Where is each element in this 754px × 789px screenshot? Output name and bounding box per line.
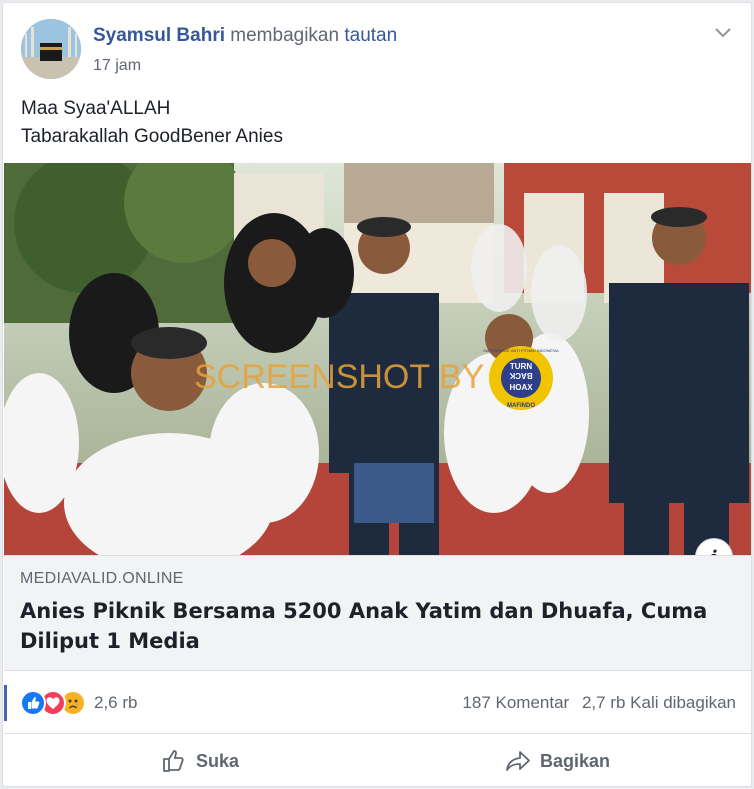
link-preview-image[interactable]: SCREENSHOT BY TURN BACK HOAX MASYARAKAT … xyxy=(4,163,751,555)
share-count[interactable]: 2,7 rb Kali dibagikan xyxy=(582,693,736,712)
thumbs-up-icon xyxy=(163,750,184,772)
post-header: Syamsul Bahri membagikan tautan 17 jam xyxy=(21,19,735,83)
badge-ring-text: MASYARAKAT ANTI FITNAH INDONESIA xyxy=(483,348,559,353)
watermark-text: SCREENSHOT BY xyxy=(194,358,484,396)
badge-bottom-text: MAFINDO xyxy=(507,403,535,409)
share-arrow-icon xyxy=(506,751,530,771)
author-avatar[interactable] xyxy=(21,19,81,79)
link-domain: MEDIAVALID.ONLINE xyxy=(20,570,184,587)
post-actions: Suka Bagikan xyxy=(4,733,751,786)
shared-link-word[interactable]: tautan xyxy=(344,25,397,46)
post-message: Maa Syaa'ALLAH Tabarakallah GoodBener An… xyxy=(21,95,283,151)
post-stats: 2,6 rb 187 Komentar 2,7 rb Kali dibagika… xyxy=(4,685,751,721)
share-button[interactable]: Bagikan xyxy=(504,746,610,776)
reaction-count[interactable]: 2,6 rb xyxy=(94,693,137,713)
share-action-text: membagikan xyxy=(230,25,340,46)
comment-count[interactable]: 187 Komentar xyxy=(462,693,569,712)
link-title[interactable]: Anies Piknik Bersama 5200 Anak Yatim dan… xyxy=(20,596,720,656)
stats-accent-bar xyxy=(4,685,7,721)
reactions-summary[interactable]: 2,6 rb xyxy=(20,689,137,717)
engagement-counts: 187 Komentar 2,7 rb Kali dibagikan xyxy=(462,693,736,713)
share-label: Bagikan xyxy=(540,750,611,771)
post-timestamp[interactable]: 17 jam xyxy=(93,57,141,75)
author-name[interactable]: Syamsul Bahri xyxy=(93,25,225,46)
badge-line-3: HOAX xyxy=(509,383,533,392)
link-preview-meta[interactable]: MEDIAVALID.ONLINE Anies Piknik Bersama 5… xyxy=(4,555,751,671)
post-card: Syamsul Bahri membagikan tautan 17 jam M… xyxy=(2,2,752,787)
post-message-line: Maa Syaa'ALLAH xyxy=(21,98,171,119)
chevron-down-icon[interactable] xyxy=(711,21,735,45)
like-button[interactable]: Suka xyxy=(160,746,239,776)
post-message-line: Tabarakallah GoodBener Anies xyxy=(21,126,283,147)
badge-line-1: TURN xyxy=(510,362,532,371)
badge-line-2: BACK xyxy=(509,371,532,380)
author-line: Syamsul Bahri membagikan tautan xyxy=(93,25,397,47)
like-label: Suka xyxy=(196,750,240,771)
like-reaction-icon xyxy=(20,690,46,716)
